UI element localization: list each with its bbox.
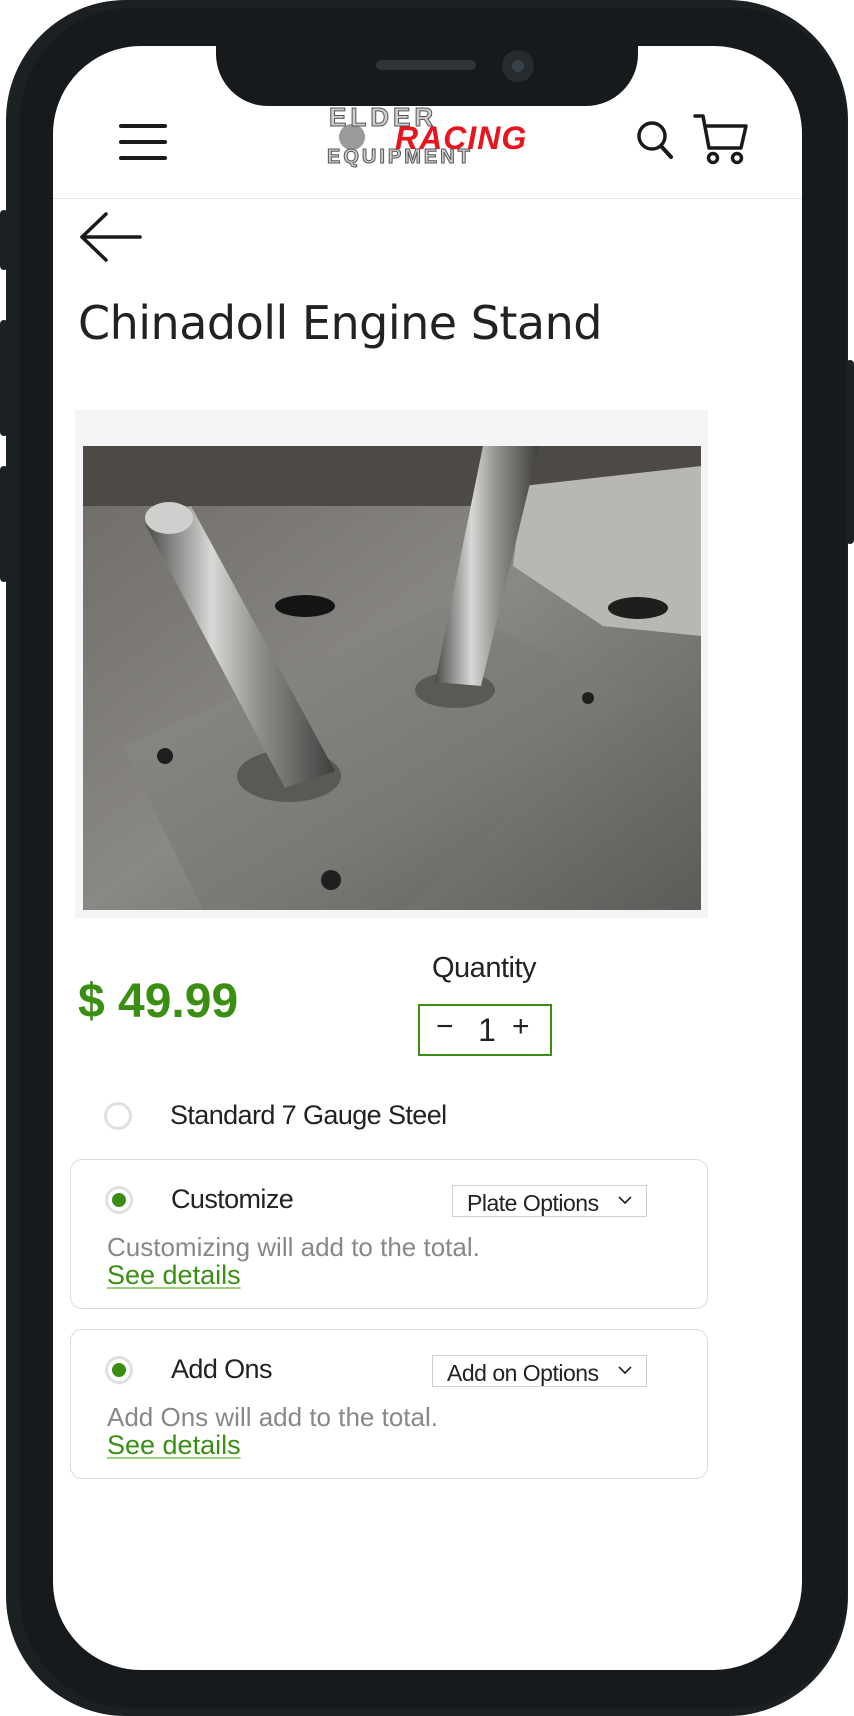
front-camera	[502, 50, 534, 82]
quantity-label: Quantity	[432, 952, 537, 984]
option-label-customize: Customize	[171, 1184, 294, 1214]
cart-icon[interactable]	[693, 110, 749, 166]
option-card-add-ons: Add Ons Add on Options Add Ons will add …	[70, 1329, 708, 1479]
plate-options-select-value: Plate Options	[467, 1190, 599, 1216]
arrow-left-icon[interactable]	[78, 212, 142, 262]
quantity-increase-button[interactable]: +	[512, 1010, 530, 1044]
product-price: $ 49.99	[78, 975, 239, 1028]
customize-note: Customizing will add to the total.	[107, 1232, 480, 1262]
chevron-down-icon	[618, 1196, 632, 1204]
volume-up-button	[0, 320, 8, 436]
radio-customize[interactable]	[105, 1186, 133, 1214]
radio-add-ons[interactable]	[105, 1356, 133, 1384]
site-logo[interactable]: ELDER RACING EQUIPMENT	[325, 102, 527, 172]
plate-options-select[interactable]: Plate Options	[452, 1185, 647, 1217]
search-icon[interactable]	[635, 116, 677, 164]
option-card-customize: Customize Plate Options Customizing will…	[70, 1159, 708, 1309]
quantity-stepper[interactable]: − 1 +	[418, 1004, 552, 1056]
chevron-down-icon	[618, 1366, 632, 1374]
notch	[216, 46, 638, 106]
add-ons-note: Add Ons will add to the total.	[107, 1402, 438, 1432]
add-ons-see-details-link[interactable]: See details	[107, 1430, 241, 1461]
mute-switch	[0, 210, 8, 270]
product-image	[83, 446, 701, 910]
customize-see-details-link[interactable]: See details	[107, 1260, 241, 1291]
add-on-options-select[interactable]: Add on Options	[432, 1355, 647, 1387]
radio-standard-steel[interactable]	[104, 1102, 132, 1130]
product-image-container	[75, 410, 708, 918]
volume-down-button	[0, 466, 8, 582]
quantity-decrease-button[interactable]: −	[436, 1010, 454, 1044]
logo-text-equipment: EQUIPMENT	[327, 146, 473, 169]
product-title: Chinadoll Engine Stand	[78, 296, 602, 350]
speaker-grille	[376, 60, 476, 70]
add-on-options-select-value: Add on Options	[447, 1360, 599, 1386]
quantity-value[interactable]: 1	[472, 1012, 502, 1049]
option-label-add-ons: Add Ons	[171, 1354, 272, 1384]
hamburger-menu-icon[interactable]	[119, 124, 167, 164]
power-button	[846, 360, 854, 544]
option-label-standard-steel: Standard 7 Gauge Steel	[170, 1100, 447, 1130]
